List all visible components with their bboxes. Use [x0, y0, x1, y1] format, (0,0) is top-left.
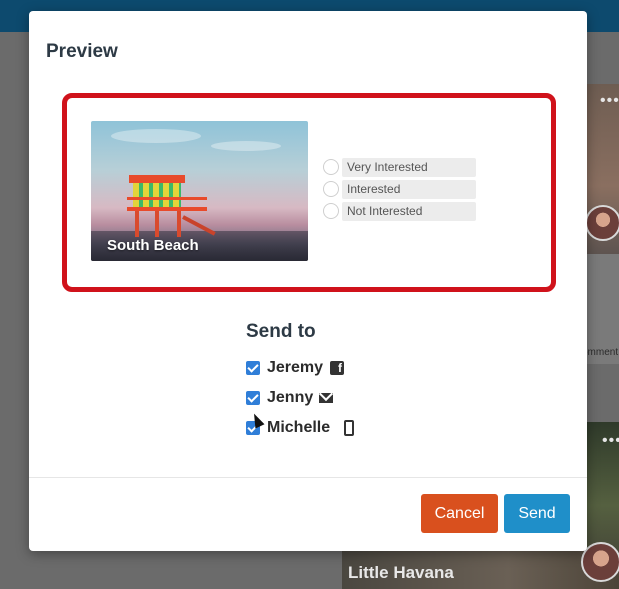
- background-comment-text: omment: [582, 347, 619, 358]
- poll-option-label: Very Interested: [342, 158, 476, 177]
- lifeguard-tower-rail: [127, 207, 207, 211]
- cloud: [211, 141, 281, 151]
- poll-option-very-interested[interactable]: Very Interested: [323, 158, 477, 178]
- lifeguard-tower-roof: [129, 175, 185, 183]
- radio-button[interactable]: [323, 159, 339, 175]
- preview-modal: Preview South Beach Very Interested Inte…: [29, 11, 587, 551]
- send-to-title: Send to: [246, 321, 316, 342]
- lifeguard-tower-cabin: [133, 183, 181, 209]
- footer-divider: [29, 477, 587, 478]
- cancel-button[interactable]: Cancel: [421, 494, 498, 533]
- poll-option-label: Not Interested: [342, 202, 476, 221]
- lifeguard-tower-leg: [135, 211, 139, 237]
- lifeguard-tower-leg: [155, 211, 159, 237]
- recipient-name: Jeremy: [267, 359, 324, 376]
- more-icon: •••: [602, 432, 619, 449]
- recipient-checkbox[interactable]: [246, 391, 260, 405]
- preview-image-caption: South Beach: [107, 237, 199, 254]
- recipient-checkbox[interactable]: [246, 361, 260, 375]
- recipient-name: Michelle: [267, 419, 331, 436]
- background-card-title: Little Havana: [348, 563, 454, 582]
- recipient-name: Jenny: [267, 389, 314, 406]
- radio-button[interactable]: [323, 181, 339, 197]
- facebook-icon: f: [330, 361, 344, 375]
- poll-option-interested[interactable]: Interested: [323, 180, 477, 200]
- send-button[interactable]: Send: [504, 494, 570, 533]
- lifeguard-tower-leg: [177, 211, 181, 237]
- recipient-jeremy[interactable]: Jeremy f: [246, 358, 406, 378]
- radio-button[interactable]: [323, 203, 339, 219]
- recipient-michelle[interactable]: Michelle: [246, 418, 406, 438]
- poll-option-not-interested[interactable]: Not Interested: [323, 202, 477, 222]
- recipient-jenny[interactable]: Jenny: [246, 388, 406, 408]
- avatar: [585, 205, 619, 241]
- modal-title: Preview: [46, 41, 118, 62]
- more-icon: •••: [600, 92, 619, 109]
- phone-icon: [344, 420, 354, 436]
- preview-image: South Beach: [91, 121, 308, 261]
- lifeguard-tower-rail: [127, 197, 207, 200]
- mail-icon: [319, 393, 333, 403]
- poll-option-label: Interested: [342, 180, 476, 199]
- cloud: [111, 129, 201, 143]
